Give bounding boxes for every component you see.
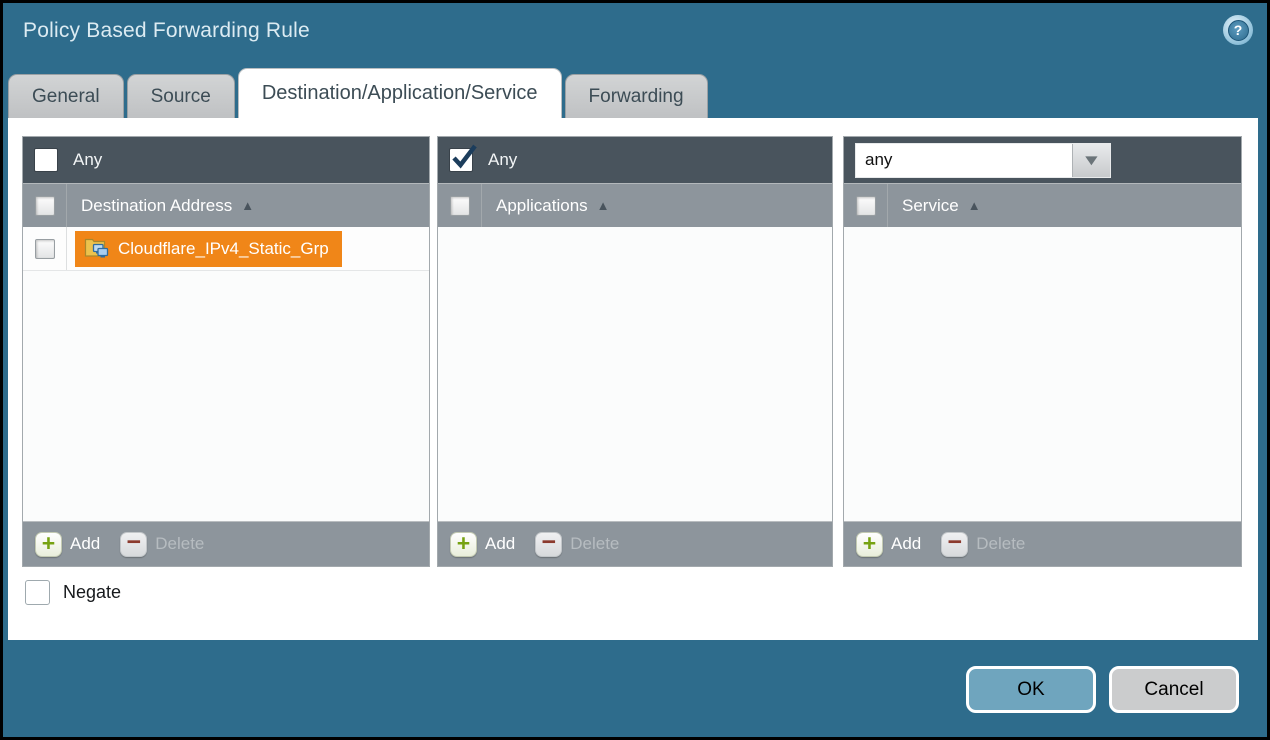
destination-address-entry[interactable]: Cloudflare_IPv4_Static_Grp (75, 231, 342, 267)
applications-select-all-checkbox[interactable] (450, 196, 470, 216)
add-icon: + (35, 532, 62, 557)
destination-header-row: Destination Address ▲ (23, 183, 429, 227)
negate-checkbox[interactable] (25, 580, 50, 605)
tab-source[interactable]: Source (127, 74, 235, 118)
list-item: Cloudflare_IPv4_Static_Grp (23, 227, 429, 271)
dialog-action-bar: OK Cancel (966, 666, 1239, 713)
applications-add-button[interactable]: + Add (450, 532, 515, 557)
applications-any-label: Any (488, 150, 517, 170)
sort-ascending-icon: ▲ (968, 198, 981, 213)
row-checkbox[interactable] (35, 239, 55, 259)
applications-delete-button[interactable]: − Delete (535, 532, 619, 557)
delete-icon: − (941, 532, 968, 557)
destination-any-checkbox[interactable] (34, 148, 58, 172)
applications-column: Any Applications ▲ + Add − Dele (437, 136, 833, 567)
applications-any-bar: Any (438, 137, 832, 183)
chevron-down-icon: ▼ (1081, 153, 1102, 168)
applications-toolbar: + Add − Delete (438, 521, 832, 566)
service-dropdown[interactable]: any ▼ (855, 143, 1111, 178)
destination-column-header[interactable]: Destination Address ▲ (81, 196, 254, 216)
service-add-button[interactable]: + Add (856, 532, 921, 557)
negate-label: Negate (63, 582, 121, 603)
applications-any-checkbox[interactable] (449, 148, 473, 172)
policy-based-forwarding-dialog: Policy Based Forwarding Rule ? General S… (3, 3, 1267, 737)
destination-any-label: Any (73, 150, 102, 170)
add-icon: + (856, 532, 883, 557)
service-delete-button[interactable]: − Delete (941, 532, 1025, 557)
destination-list: Cloudflare_IPv4_Static_Grp (23, 227, 429, 521)
destination-address-column: Any Destination Address ▲ (22, 136, 430, 567)
destination-select-all-checkbox[interactable] (35, 196, 55, 216)
delete-icon: − (120, 532, 147, 557)
add-icon: + (450, 532, 477, 557)
destination-toolbar: + Add − Delete (23, 521, 429, 566)
tab-bar: General Source Destination/Application/S… (8, 68, 708, 118)
negate-row: Negate (25, 580, 121, 605)
service-dropdown-bar: any ▼ (844, 137, 1241, 183)
tab-general[interactable]: General (8, 74, 124, 118)
tab-destination-application-service[interactable]: Destination/Application/Service (238, 68, 562, 118)
service-select-all-checkbox[interactable] (856, 196, 876, 216)
sort-ascending-icon: ▲ (597, 198, 610, 213)
applications-header-row: Applications ▲ (438, 183, 832, 227)
address-group-icon (84, 237, 109, 260)
tab-content-panel: Any Destination Address ▲ (8, 118, 1258, 640)
destination-add-button[interactable]: + Add (35, 532, 100, 557)
help-question-glyph: ? (1228, 20, 1249, 41)
destination-delete-button[interactable]: − Delete (120, 532, 204, 557)
cancel-button[interactable]: Cancel (1109, 666, 1239, 713)
sort-ascending-icon: ▲ (241, 198, 254, 213)
service-column-header[interactable]: Service ▲ (902, 196, 981, 216)
applications-column-header[interactable]: Applications ▲ (496, 196, 610, 216)
checkmark-icon (452, 143, 478, 171)
tab-forwarding[interactable]: Forwarding (565, 74, 708, 118)
help-icon[interactable]: ? (1223, 15, 1253, 45)
destination-any-bar: Any (23, 137, 429, 183)
delete-icon: − (535, 532, 562, 557)
service-column: any ▼ Service ▲ + Add (843, 136, 1242, 567)
ok-button[interactable]: OK (966, 666, 1096, 713)
service-header-row: Service ▲ (844, 183, 1241, 227)
dialog-title: Policy Based Forwarding Rule (23, 19, 310, 43)
applications-list (438, 227, 832, 521)
service-dropdown-value[interactable]: any (856, 144, 1072, 177)
service-list (844, 227, 1241, 521)
service-toolbar: + Add − Delete (844, 521, 1241, 566)
destination-address-name: Cloudflare_IPv4_Static_Grp (118, 239, 329, 259)
service-dropdown-button[interactable]: ▼ (1072, 144, 1110, 177)
